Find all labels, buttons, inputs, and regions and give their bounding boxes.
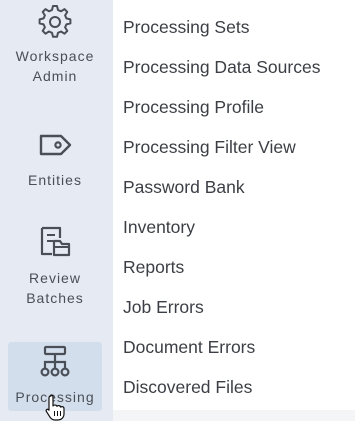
menu-item-processing-filter-view[interactable]: Processing Filter View	[123, 127, 296, 167]
menu-item-document-errors[interactable]: Document Errors	[123, 327, 255, 367]
menu-item-discovered-files[interactable]: Discovered Files	[123, 367, 252, 407]
rail-item-review-batches[interactable]: Review Batches	[8, 224, 102, 308]
bottom-strip	[113, 410, 355, 421]
processing-flyout-menu: Processing Sets Processing Data Sources …	[113, 0, 355, 410]
rail-item-label: Review Batches	[26, 270, 84, 306]
hierarchy-icon	[40, 345, 70, 377]
hand-pointer-icon	[45, 394, 65, 421]
navigation-rail: Workspace Admin Entities Review Batches	[0, 0, 113, 421]
menu-item-processing-data-sources[interactable]: Processing Data Sources	[123, 47, 320, 87]
rail-item-entities[interactable]: Entities	[8, 128, 102, 190]
menu-item-inventory[interactable]: Inventory	[123, 207, 195, 247]
rail-item-label: Workspace Admin	[15, 48, 95, 84]
rail-item-label: Entities	[28, 172, 82, 188]
menu-item-reports[interactable]: Reports	[123, 247, 184, 287]
batches-icon	[40, 226, 71, 257]
menu-item-processing-sets[interactable]: Processing Sets	[123, 7, 249, 47]
menu-item-password-bank[interactable]: Password Bank	[123, 167, 245, 207]
menu-item-job-errors[interactable]: Job Errors	[123, 287, 204, 327]
gear-icon	[38, 5, 72, 38]
tag-icon	[39, 134, 72, 156]
rail-item-workspace-admin[interactable]: Workspace Admin	[8, 2, 102, 88]
menu-item-processing-profile[interactable]: Processing Profile	[123, 87, 264, 127]
